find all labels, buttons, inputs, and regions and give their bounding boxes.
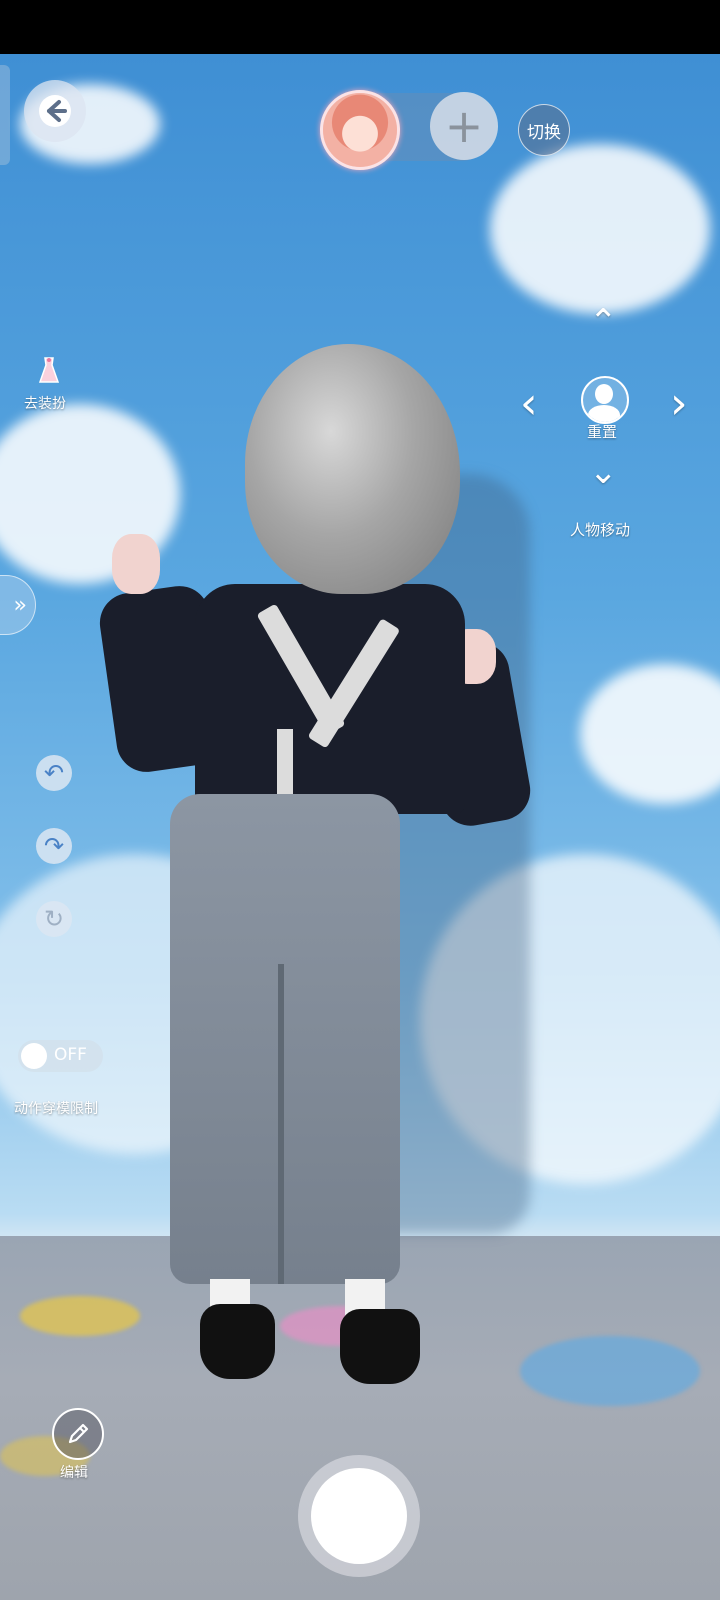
reset-pose-button[interactable]: ↻ — [36, 901, 72, 937]
character-avatar[interactable] — [320, 90, 400, 170]
pencil-icon — [68, 1423, 89, 1444]
hair — [245, 344, 460, 594]
toggle-state: OFF — [54, 1045, 87, 1065]
move-character-label: 人物移动 — [570, 521, 631, 539]
redo-icon: ↷ — [43, 832, 65, 860]
dress-up-label[interactable]: 去装扮 — [24, 393, 66, 413]
paint-splash — [520, 1336, 700, 1406]
status-bar — [0, 0, 720, 54]
clipping-limit-label: 动作穿模限制 — [14, 1101, 98, 1117]
leg-gap — [278, 964, 284, 1284]
photo-scene — [0, 54, 720, 1600]
left-hand — [112, 534, 160, 594]
left-shoe — [200, 1304, 275, 1379]
rotate-icon: ↻ — [43, 905, 65, 933]
back-button[interactable] — [24, 80, 86, 142]
edit-label[interactable]: 编辑 — [60, 1462, 88, 1482]
arrow-left-icon — [39, 95, 71, 127]
redo-button[interactable]: ↷ — [36, 828, 72, 864]
double-chevron-right-icon: » — [13, 592, 27, 618]
switch-button[interactable]: 切换 — [518, 104, 570, 156]
undo-button[interactable]: ↶ — [36, 755, 72, 791]
move-up-button[interactable]: ⌃ — [589, 305, 618, 339]
reset-label[interactable]: 重置 — [587, 421, 617, 442]
move-left-button[interactable]: ‹ — [520, 382, 538, 426]
right-shoe — [340, 1309, 420, 1384]
undo-icon: ↶ — [43, 759, 65, 787]
shutter-button[interactable] — [298, 1455, 420, 1577]
add-character-button[interactable]: + — [430, 92, 498, 160]
move-right-button[interactable]: › — [670, 382, 688, 426]
pants — [170, 794, 400, 1284]
clipping-limit-toggle[interactable]: OFF — [18, 1040, 103, 1072]
dress-icon[interactable] — [34, 355, 64, 385]
edit-button[interactable] — [52, 1408, 104, 1460]
left-edge-tab[interactable] — [0, 65, 10, 165]
person-icon[interactable] — [581, 376, 629, 424]
cloud — [580, 664, 720, 804]
character-model[interactable] — [96, 344, 535, 1404]
shutter-inner — [311, 1468, 407, 1564]
avatar-image — [323, 93, 397, 167]
plus-icon: + — [444, 99, 484, 153]
switch-label: 切换 — [527, 122, 561, 143]
cloud — [490, 144, 710, 314]
toggle-knob — [21, 1043, 47, 1069]
move-down-button[interactable]: ⌄ — [589, 455, 618, 489]
